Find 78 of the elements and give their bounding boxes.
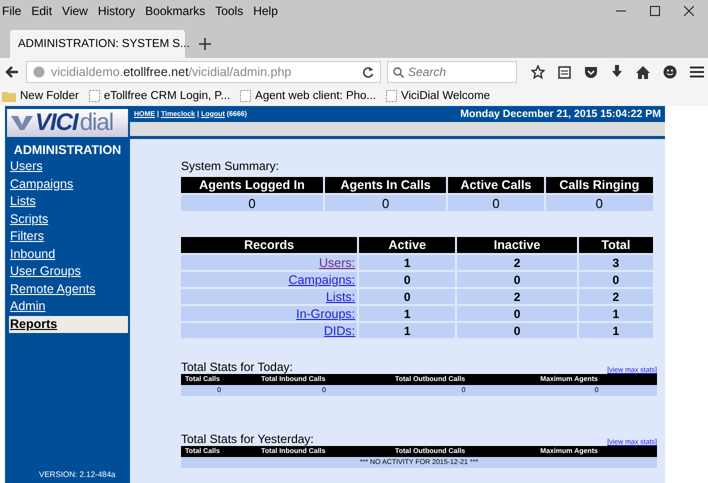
smiley-icon[interactable] — [663, 65, 677, 79]
page-icon — [386, 90, 397, 102]
download-icon[interactable] — [611, 65, 623, 79]
menu-item[interactable]: File — [2, 4, 22, 18]
section-title: Total Stats for Today: — [181, 360, 293, 374]
sidebar-item[interactable]: Campaigns — [9, 176, 128, 193]
table-cell: 1 — [359, 255, 456, 270]
table-cell: 0 — [181, 195, 323, 211]
sidebar-item[interactable]: Admin — [9, 298, 128, 316]
table-cell: 1 — [578, 306, 653, 321]
bookmark[interactable]: New Folder — [2, 90, 79, 102]
star-icon[interactable] — [531, 65, 545, 79]
logo-mark-icon — [11, 115, 33, 131]
column-header: Inactive — [457, 237, 577, 253]
sidebar-item[interactable]: Lists — [9, 193, 128, 210]
address-bar[interactable]: vicidialdemo.etollfree.net/vicidial/admin.php — [26, 61, 381, 83]
record-link[interactable]: Lists: — [326, 290, 356, 304]
column-header: Agents In Calls — [324, 177, 446, 193]
section-title: Total Stats for Yesterday: — [181, 432, 314, 446]
table-cell: 2 — [457, 255, 577, 270]
table-cell: 0 — [359, 272, 456, 287]
search-field[interactable]: Search — [387, 61, 517, 83]
column-header: Calls Ringing — [546, 177, 653, 193]
section-title: System Summary: — [181, 159, 280, 173]
table-cell: 0 — [546, 195, 653, 211]
menu-item[interactable]: View — [62, 4, 88, 18]
table-cell: 2 — [578, 289, 653, 304]
table-cell: 0 — [324, 195, 446, 211]
table-cell: 0 — [448, 195, 544, 211]
sidebar-item[interactable]: Users — [9, 158, 128, 176]
new-tab-icon[interactable] — [199, 38, 211, 50]
sidebar-title: ADMINISTRATION — [12, 143, 122, 157]
pocket-icon[interactable] — [584, 66, 598, 78]
maximize-icon[interactable] — [650, 6, 660, 16]
table-cell: 3 — [578, 255, 653, 270]
sidebar-item[interactable]: User Groups — [9, 263, 128, 280]
sidebar-item[interactable]: Remote Agents — [9, 280, 128, 298]
home-icon[interactable] — [636, 66, 650, 78]
bookmark[interactable]: ViciDial Welcome — [386, 90, 490, 102]
date-time: Monday December 21, 2015 15:04:22 PM — [460, 108, 661, 120]
page-icon — [240, 90, 252, 102]
logo[interactable]: VICIdial — [7, 109, 128, 137]
table-cell: 1 — [359, 323, 456, 338]
table-cell: 0 — [578, 272, 653, 287]
table-cell: 0 — [359, 289, 456, 304]
column-header: Active Calls — [448, 177, 544, 193]
menu-item[interactable]: Help — [253, 4, 278, 18]
menu-item[interactable]: Tools — [215, 4, 244, 18]
table-cell: 1 — [359, 306, 456, 321]
table-cell: 0 — [457, 306, 577, 321]
table-cell: 1 — [578, 323, 653, 338]
search-icon — [393, 67, 404, 78]
clipboard-icon[interactable] — [558, 65, 571, 79]
sidebar-item[interactable]: Inbound — [9, 246, 128, 263]
sidebar-item[interactable]: Reports — [9, 316, 128, 333]
table-cell: 2 — [457, 289, 577, 304]
column-header: Total — [578, 237, 653, 253]
reload-icon[interactable] — [362, 66, 374, 78]
record-link[interactable]: Users: — [319, 256, 356, 270]
back-icon[interactable] — [4, 64, 20, 80]
table-cell: 0 — [457, 272, 577, 287]
record-link[interactable]: DIDs: — [324, 324, 356, 338]
column-header: Active — [359, 237, 456, 253]
bookmark[interactable]: eTollfree CRM Login, P... — [88, 90, 230, 102]
menu-item[interactable]: History — [98, 4, 136, 18]
sidebar-item[interactable]: Scripts — [9, 210, 128, 228]
bookmark[interactable]: Agent web client: Pho... — [240, 90, 376, 102]
column-header: Records — [181, 237, 358, 253]
menu-item[interactable]: Bookmarks — [145, 4, 206, 18]
menu-item[interactable]: Edit — [31, 4, 52, 18]
table-cell: 0 — [457, 323, 577, 338]
folder-icon — [2, 90, 16, 102]
page-icon — [88, 90, 100, 102]
close-icon[interactable] — [684, 6, 694, 16]
sidebar-item[interactable]: Filters — [9, 228, 128, 246]
version-text: VERSION: 2.12-484a — [38, 470, 116, 481]
column-header: Agents Logged In — [181, 177, 323, 193]
menu-icon[interactable] — [690, 66, 704, 78]
